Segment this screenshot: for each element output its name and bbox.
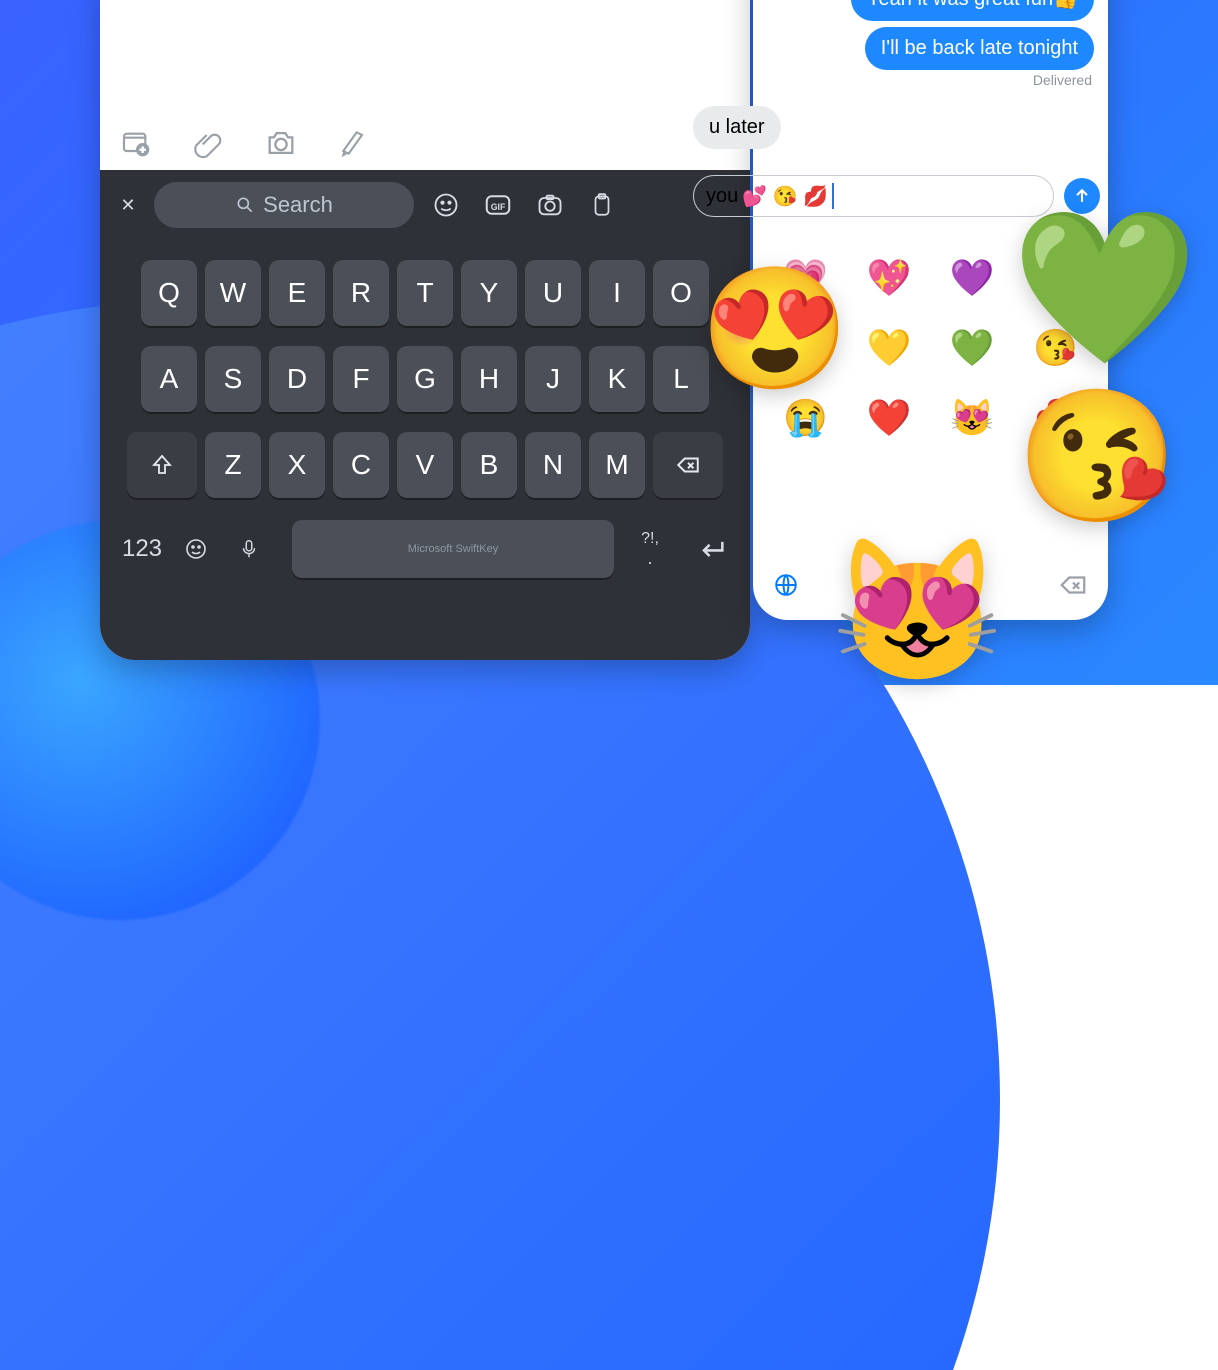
emoji-option[interactable]: 💖	[856, 257, 921, 299]
key-z[interactable]: Z	[205, 432, 261, 498]
emoji-icon[interactable]	[426, 191, 466, 219]
float-heart-eyes-emoji: 😍	[700, 260, 849, 400]
search-placeholder: Search	[263, 192, 333, 218]
key-j[interactable]: J	[525, 346, 581, 412]
text-cursor	[832, 183, 834, 209]
emoji-option[interactable]: ❤️	[856, 397, 921, 439]
punctuation-key[interactable]: ?!,.	[628, 530, 672, 569]
emoji-option[interactable]: 😭	[773, 397, 838, 439]
key-x[interactable]: X	[269, 432, 325, 498]
key-v[interactable]: V	[397, 432, 453, 498]
sent-bubble-2: I'll be back late tonight	[865, 27, 1094, 70]
backspace-key[interactable]	[653, 432, 723, 498]
float-green-heart-emoji: 💚	[1011, 200, 1198, 376]
gif-icon[interactable]: GIF	[478, 190, 518, 220]
close-icon[interactable]: ✕	[114, 195, 142, 216]
svg-text:GIF: GIF	[491, 202, 506, 212]
key-k[interactable]: K	[589, 346, 645, 412]
key-r[interactable]: R	[333, 260, 389, 326]
received-bubble-partial: u later	[693, 106, 781, 149]
sent-bubble-1: Yeah it was great fun👍	[851, 0, 1094, 21]
float-cat-heart-eyes-emoji: 😻	[830, 530, 1004, 694]
paperclip-icon[interactable]	[192, 127, 224, 159]
emoji-key-icon[interactable]	[184, 537, 224, 561]
camera-icon[interactable]	[264, 126, 298, 160]
key-b[interactable]: B	[461, 432, 517, 498]
key-rows: QWERTYUIO ASDFGHJKL ZXCVBNM	[100, 260, 750, 498]
space-bar[interactable]: Microsoft SwiftKey	[292, 520, 614, 578]
emoji-option[interactable]: 💜	[940, 257, 1005, 299]
key-d[interactable]: D	[269, 346, 325, 412]
float-kiss-face-emoji: 😘	[1016, 380, 1178, 533]
shift-key[interactable]	[127, 432, 197, 498]
numbers-key[interactable]: 123	[114, 535, 170, 563]
key-t[interactable]: T	[397, 260, 453, 326]
key-h[interactable]: H	[461, 346, 517, 412]
phone-left-note-app: ✕ Search GIF QWERTYUIO ASDFGHJKL ZXCVBNM…	[100, 0, 750, 660]
key-s[interactable]: S	[205, 346, 261, 412]
highlighter-icon[interactable]	[338, 127, 370, 159]
sticker-camera-icon[interactable]	[530, 191, 570, 219]
emoji-option[interactable]: 😻	[940, 397, 1005, 439]
emoji-option[interactable]: 💛	[856, 327, 921, 369]
add-attachment-icon[interactable]	[120, 127, 152, 159]
key-w[interactable]: W	[205, 260, 261, 326]
attachment-toolbar	[120, 126, 370, 160]
bottom-row: 123 Microsoft SwiftKey ?!,.	[100, 520, 750, 578]
key-a[interactable]: A	[141, 346, 197, 412]
key-y[interactable]: Y	[461, 260, 517, 326]
key-e[interactable]: E	[269, 260, 325, 326]
delivered-label: Delivered	[753, 72, 1092, 88]
globe-icon[interactable]	[773, 572, 799, 598]
mic-icon[interactable]	[238, 538, 278, 560]
emoji-option[interactable]: 💚	[940, 327, 1005, 369]
clipboard-icon[interactable]	[582, 192, 622, 218]
key-c[interactable]: C	[333, 432, 389, 498]
key-u[interactable]: U	[525, 260, 581, 326]
enter-key[interactable]	[686, 532, 736, 566]
swiftkey-dark-keyboard: ✕ Search GIF QWERTYUIO ASDFGHJKL ZXCVBNM…	[100, 170, 750, 660]
search-field[interactable]: Search	[154, 182, 414, 228]
backspace-icon[interactable]	[1058, 570, 1088, 600]
key-n[interactable]: N	[525, 432, 581, 498]
key-q[interactable]: Q	[141, 260, 197, 326]
key-f[interactable]: F	[333, 346, 389, 412]
compose-input[interactable]: you 💕 😘 💋	[693, 175, 1054, 217]
compose-text: you	[706, 185, 738, 208]
key-g[interactable]: G	[397, 346, 453, 412]
key-m[interactable]: M	[589, 432, 645, 498]
key-i[interactable]: I	[589, 260, 645, 326]
compose-emojis: 💕 😘 💋	[742, 184, 828, 209]
